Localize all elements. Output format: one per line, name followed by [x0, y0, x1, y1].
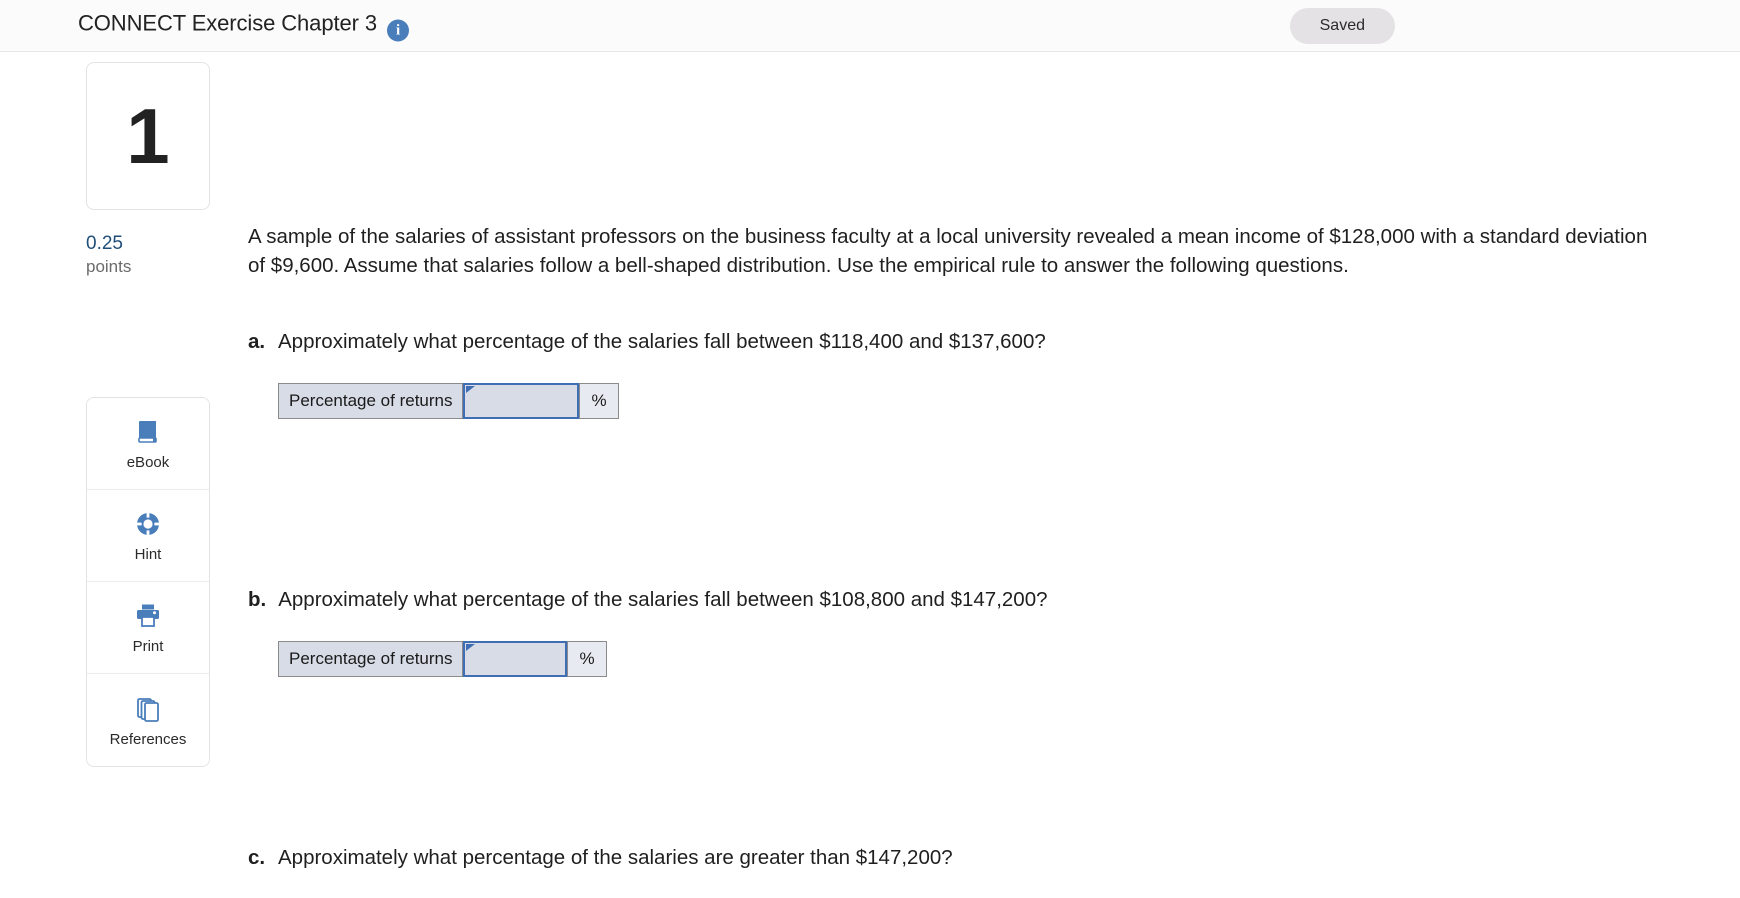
points-value: 0.25 [86, 233, 123, 254]
tool-button-ebook[interactable]: eBook [87, 398, 209, 490]
answer-row-b: Percentage of returns % [278, 640, 1668, 677]
answer-widget-b: Percentage of returns % [278, 640, 607, 677]
printer-icon [133, 601, 163, 631]
left-rail: 1 0.25 points [86, 62, 210, 278]
part-letter-b: b. [248, 587, 267, 611]
question-part-c: c. Approximately what percentage of the … [248, 844, 1668, 873]
copy-pages-icon [133, 694, 163, 724]
page-body: 1 0.25 points eBook Hint Print Reference… [0, 52, 1740, 898]
part-letter-c: c. [248, 845, 266, 869]
part-text-c: Approximately what percentage of the sal… [278, 845, 953, 869]
page-title-text: CONNECT Exercise Chapter 3 [78, 10, 377, 35]
answer-input-a[interactable] [463, 382, 580, 419]
tool-button-hint[interactable]: Hint [87, 490, 209, 582]
top-bar: CONNECT Exercise Chapter 3 i Saved [0, 0, 1740, 52]
status-badge: Saved [1289, 7, 1395, 44]
tool-label-print: Print [132, 638, 164, 655]
answer-unit-a: % [579, 383, 618, 418]
question-part-a: a. Approximately what percentage of the … [248, 328, 1668, 357]
tool-button-print[interactable]: Print [87, 582, 209, 674]
tool-panel: eBook Hint Print References [86, 397, 210, 767]
book-icon [133, 417, 163, 447]
life-ring-icon [133, 509, 163, 539]
points-label: points [86, 256, 132, 276]
answer-label-a: Percentage of returns [279, 383, 464, 418]
question-stem: A sample of the salaries of assistant pr… [248, 225, 1648, 278]
answer-row-a: Percentage of returns % [278, 382, 1668, 419]
tool-button-references[interactable]: References [87, 674, 209, 766]
info-icon[interactable]: i [386, 19, 409, 41]
question-number: 1 [126, 92, 170, 180]
answer-input-b[interactable] [463, 640, 568, 677]
part-letter-a: a. [248, 330, 266, 354]
tool-label-ebook: eBook [126, 454, 170, 471]
answer-unit-b: % [567, 641, 606, 676]
part-text-a: Approximately what percentage of the sal… [278, 330, 1046, 354]
tool-label-references: References [109, 730, 187, 748]
tool-label-hint: Hint [134, 546, 162, 563]
page-title: CONNECT Exercise Chapter 3 i [78, 10, 409, 41]
answer-label-b: Percentage of returns [279, 641, 464, 676]
part-text-b: Approximately what percentage of the sal… [278, 587, 1048, 611]
question-part-b: b. Approximately what percentage of the … [248, 586, 1668, 615]
question-number-box: 1 [86, 62, 210, 210]
answer-widget-a: Percentage of returns % [278, 382, 619, 419]
question-content: A sample of the salaries of assistant pr… [248, 52, 1668, 898]
